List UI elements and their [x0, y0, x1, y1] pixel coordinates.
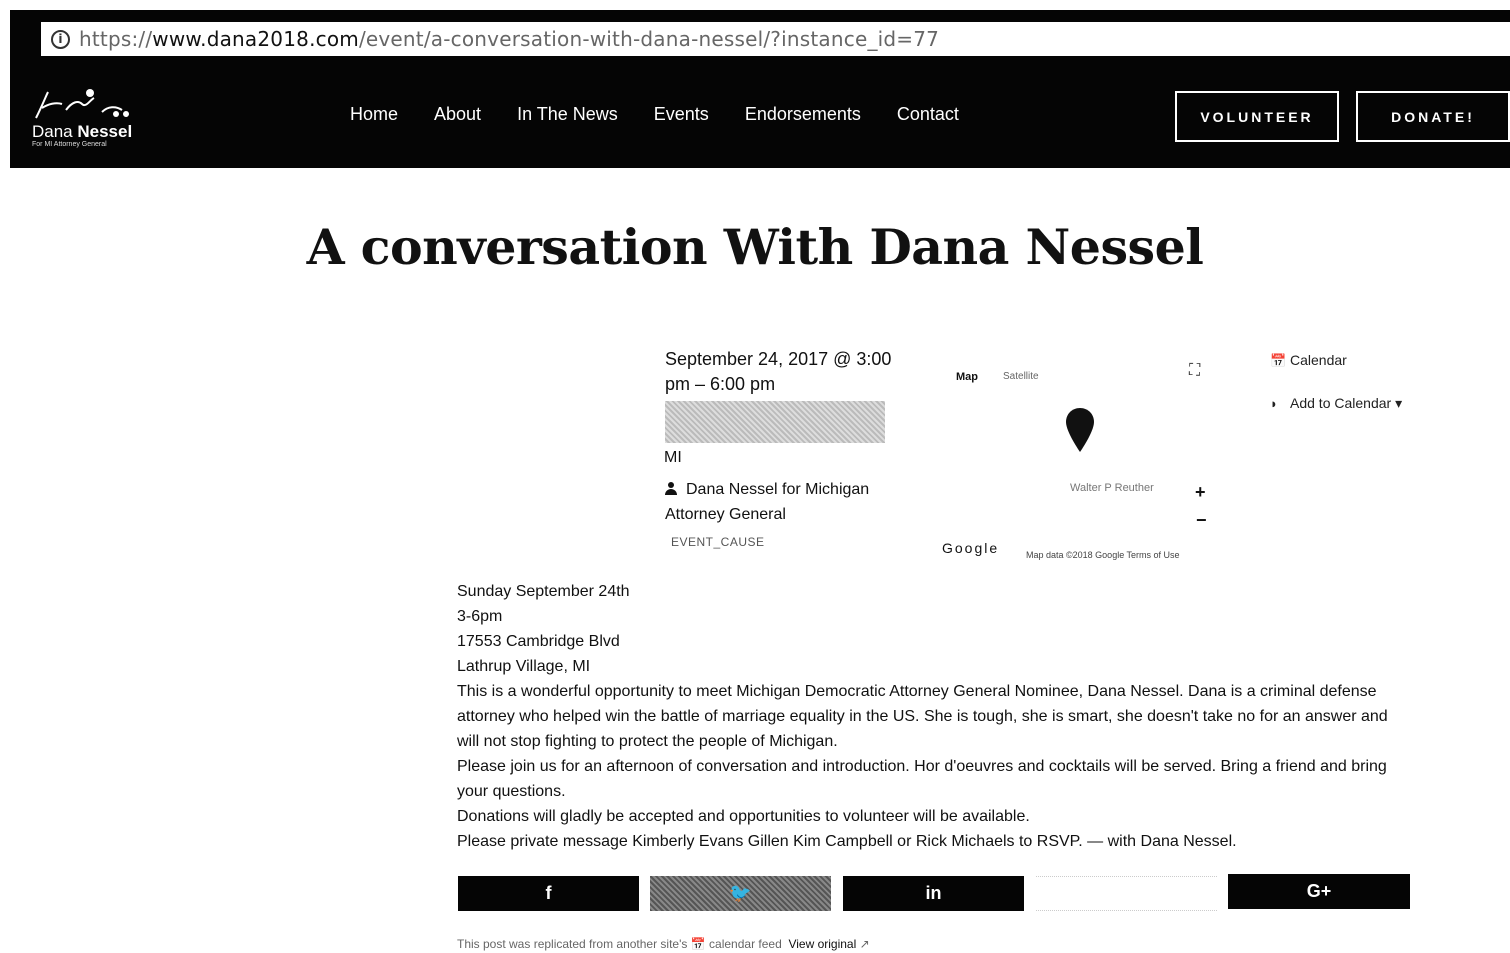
description-line: Lathrup Village, MI: [457, 658, 591, 675]
donate-button[interactable]: DONATE!: [1356, 91, 1510, 142]
calendar-link[interactable]: 📅 Calendar: [1270, 352, 1347, 369]
url-path: /event/a-conversation-with-dana-nessel/?…: [358, 27, 940, 51]
share-googleplus-button[interactable]: G+: [1228, 874, 1410, 909]
logo-name: Dana Nessel: [32, 122, 132, 142]
linkedin-icon: in: [925, 883, 942, 903]
share-facebook-button[interactable]: f: [458, 876, 639, 911]
twitter-icon: 🐦: [729, 883, 752, 903]
add-to-calendar-label: Add to Calendar: [1290, 395, 1392, 411]
event-cause: EVENT_CAUSE: [671, 535, 765, 549]
url-host: www.dana2018.com: [152, 27, 359, 51]
volunteer-button[interactable]: VOLUNTEER: [1175, 91, 1339, 142]
event-map[interactable]: Map Satellite ⛶ Walter P Reuther + − Goo…: [940, 338, 1225, 566]
venue-state: MI: [664, 449, 682, 466]
satellite-tab[interactable]: Satellite: [1003, 371, 1039, 382]
caret-down-icon: ▾: [1395, 395, 1403, 411]
view-original-link[interactable]: View original: [788, 937, 856, 951]
zoom-out-button[interactable]: −: [1196, 510, 1207, 531]
nav-about[interactable]: About: [434, 104, 481, 125]
logo-subtitle: For MI Attorney General: [32, 141, 107, 148]
nav-endorsements[interactable]: Endorsements: [745, 104, 861, 125]
description-paragraph: This is a wonderful opportunity to meet …: [457, 683, 1388, 750]
main-nav: Home About In The News Events Endorsemen…: [350, 104, 995, 125]
map-street-label: Walter P Reuther: [1070, 482, 1154, 494]
logo-last-name: Nessel: [77, 122, 133, 141]
rss-icon: ◗: [1270, 396, 1278, 411]
google-logo: Google: [942, 540, 1000, 556]
external-link-icon: ↗: [859, 937, 870, 951]
description-line: Sunday September 24th: [457, 583, 630, 600]
page-title: A conversation With Dana Nessel: [306, 218, 1204, 276]
map-pin-icon[interactable]: [1066, 408, 1094, 452]
event-datetime: September 24, 2017 @ 3:00 pm – 6:00 pm: [665, 349, 892, 394]
add-to-calendar-link[interactable]: ◗ Add to Calendar ▾: [1270, 395, 1402, 412]
calendar-feed-link[interactable]: calendar feed: [709, 937, 782, 951]
calendar-icon: 📅: [1270, 353, 1287, 368]
nav-in-the-news[interactable]: In The News: [517, 104, 618, 125]
zoom-in-button[interactable]: +: [1195, 482, 1206, 503]
replication-note: This post was replicated from another si…: [457, 937, 870, 951]
facebook-icon: f: [545, 883, 552, 903]
map-tab[interactable]: Map: [956, 371, 978, 383]
info-icon[interactable]: i: [51, 29, 70, 49]
note-text: This post was replicated from another si…: [457, 937, 688, 951]
nav-contact[interactable]: Contact: [897, 104, 959, 125]
map-attribution[interactable]: Map data ©2018 Google Terms of Use: [1026, 550, 1180, 560]
organizer[interactable]: Dana Nessel for Michigan Attorney Genera…: [665, 477, 905, 527]
share-linkedin-button[interactable]: in: [843, 876, 1024, 911]
venue-link[interactable]: [665, 401, 885, 443]
url-scheme: https://: [79, 27, 153, 51]
fullscreen-icon[interactable]: ⛶: [1189, 362, 1200, 380]
logo-first-name: Dana: [32, 122, 73, 141]
description-line: 3-6pm: [457, 608, 503, 625]
description-line: 17553 Cambridge Blvd: [457, 633, 620, 650]
calendar-label: Calendar: [1290, 352, 1347, 368]
description-paragraph: Please private message Kimberly Evans Gi…: [457, 833, 1237, 850]
person-icon: [665, 482, 677, 495]
site-logo[interactable]: Dana Nessel For MI Attorney General: [30, 88, 150, 152]
share-blank-button[interactable]: [1036, 876, 1217, 911]
organizer-name: Dana Nessel for Michigan Attorney Genera…: [665, 481, 870, 523]
signature-logo-icon: [35, 89, 129, 119]
event-description: Sunday September 24th 3-6pm 17553 Cambri…: [457, 579, 1407, 854]
address-bar[interactable]: i https://www.dana2018.com/event/a-conve…: [41, 22, 1510, 56]
share-twitter-button[interactable]: 🐦: [650, 876, 831, 911]
googleplus-icon: G+: [1306, 881, 1332, 901]
nav-events[interactable]: Events: [654, 104, 709, 125]
description-paragraph: Please join us for an afternoon of conve…: [457, 758, 1387, 800]
nav-home[interactable]: Home: [350, 104, 398, 125]
calendar-feed-icon: 📅: [690, 937, 706, 951]
description-paragraph: Donations will gladly be accepted and op…: [457, 808, 1030, 825]
